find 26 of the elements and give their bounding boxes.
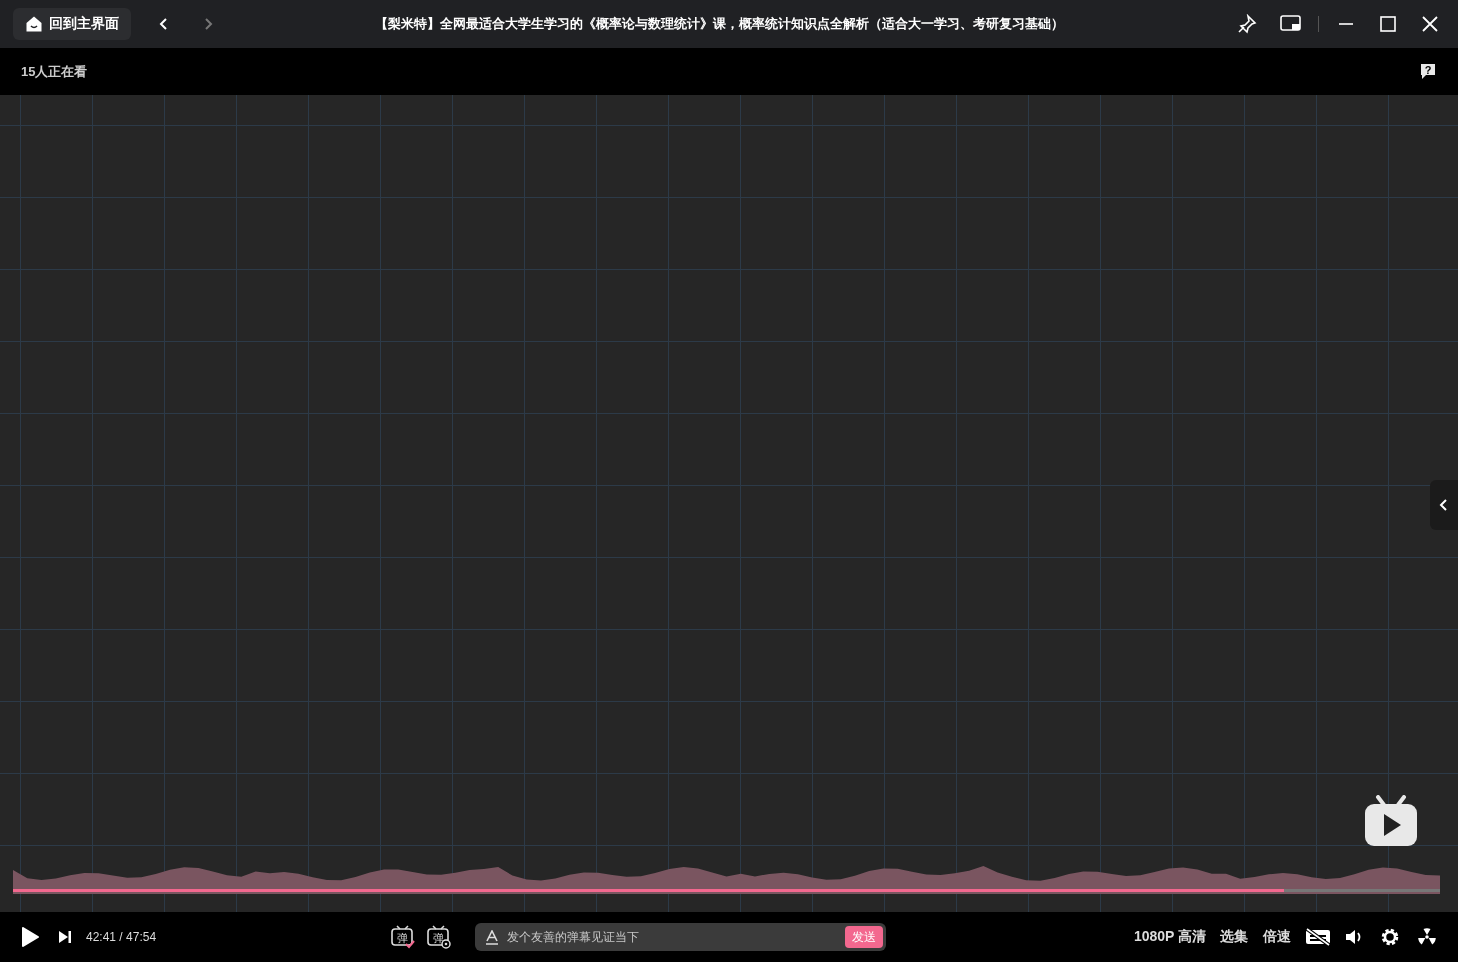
home-button[interactable]: 回到主界面 <box>13 8 131 40</box>
collapse-panel-button[interactable] <box>1430 480 1458 530</box>
settings-button[interactable] <box>1380 927 1400 947</box>
tv-play-icon <box>1364 795 1418 847</box>
maximize-icon <box>1380 16 1396 32</box>
trefoil-icon[interactable] <box>1417 928 1437 946</box>
danmaku-toggle-button[interactable]: 弹 <box>391 925 416 949</box>
next-button[interactable] <box>58 930 72 944</box>
text-style-icon <box>485 929 500 945</box>
playback-time: 42:41 / 47:54 <box>86 930 157 944</box>
chevron-left-icon <box>1439 498 1449 512</box>
play-button[interactable] <box>20 927 40 947</box>
danmaku-settings-button[interactable]: 弹 <box>427 925 452 949</box>
picture-in-picture-icon <box>1280 15 1302 33</box>
viewer-count: 15人正在看 <box>21 62 88 81</box>
pin-icon <box>1237 14 1257 34</box>
episodes-button[interactable]: 选集 <box>1220 928 1248 946</box>
quality-button[interactable]: 1080P 高清 <box>1133 928 1206 946</box>
home-icon <box>25 15 43 33</box>
volume-button[interactable] <box>1345 929 1363 945</box>
close-icon <box>1422 16 1438 32</box>
window-title: 【梨米特】全网最适合大学生学习的《概率论与数理统计》课，概率统计知识点全解析（适合大一学习、考研复习基础） <box>374 15 1065 33</box>
minimize-icon <box>1338 23 1354 25</box>
subtitles-button[interactable] <box>1305 928 1331 946</box>
speed-button[interactable]: 倍速 <box>1263 928 1291 946</box>
help-button[interactable]: ? <box>1419 63 1437 80</box>
